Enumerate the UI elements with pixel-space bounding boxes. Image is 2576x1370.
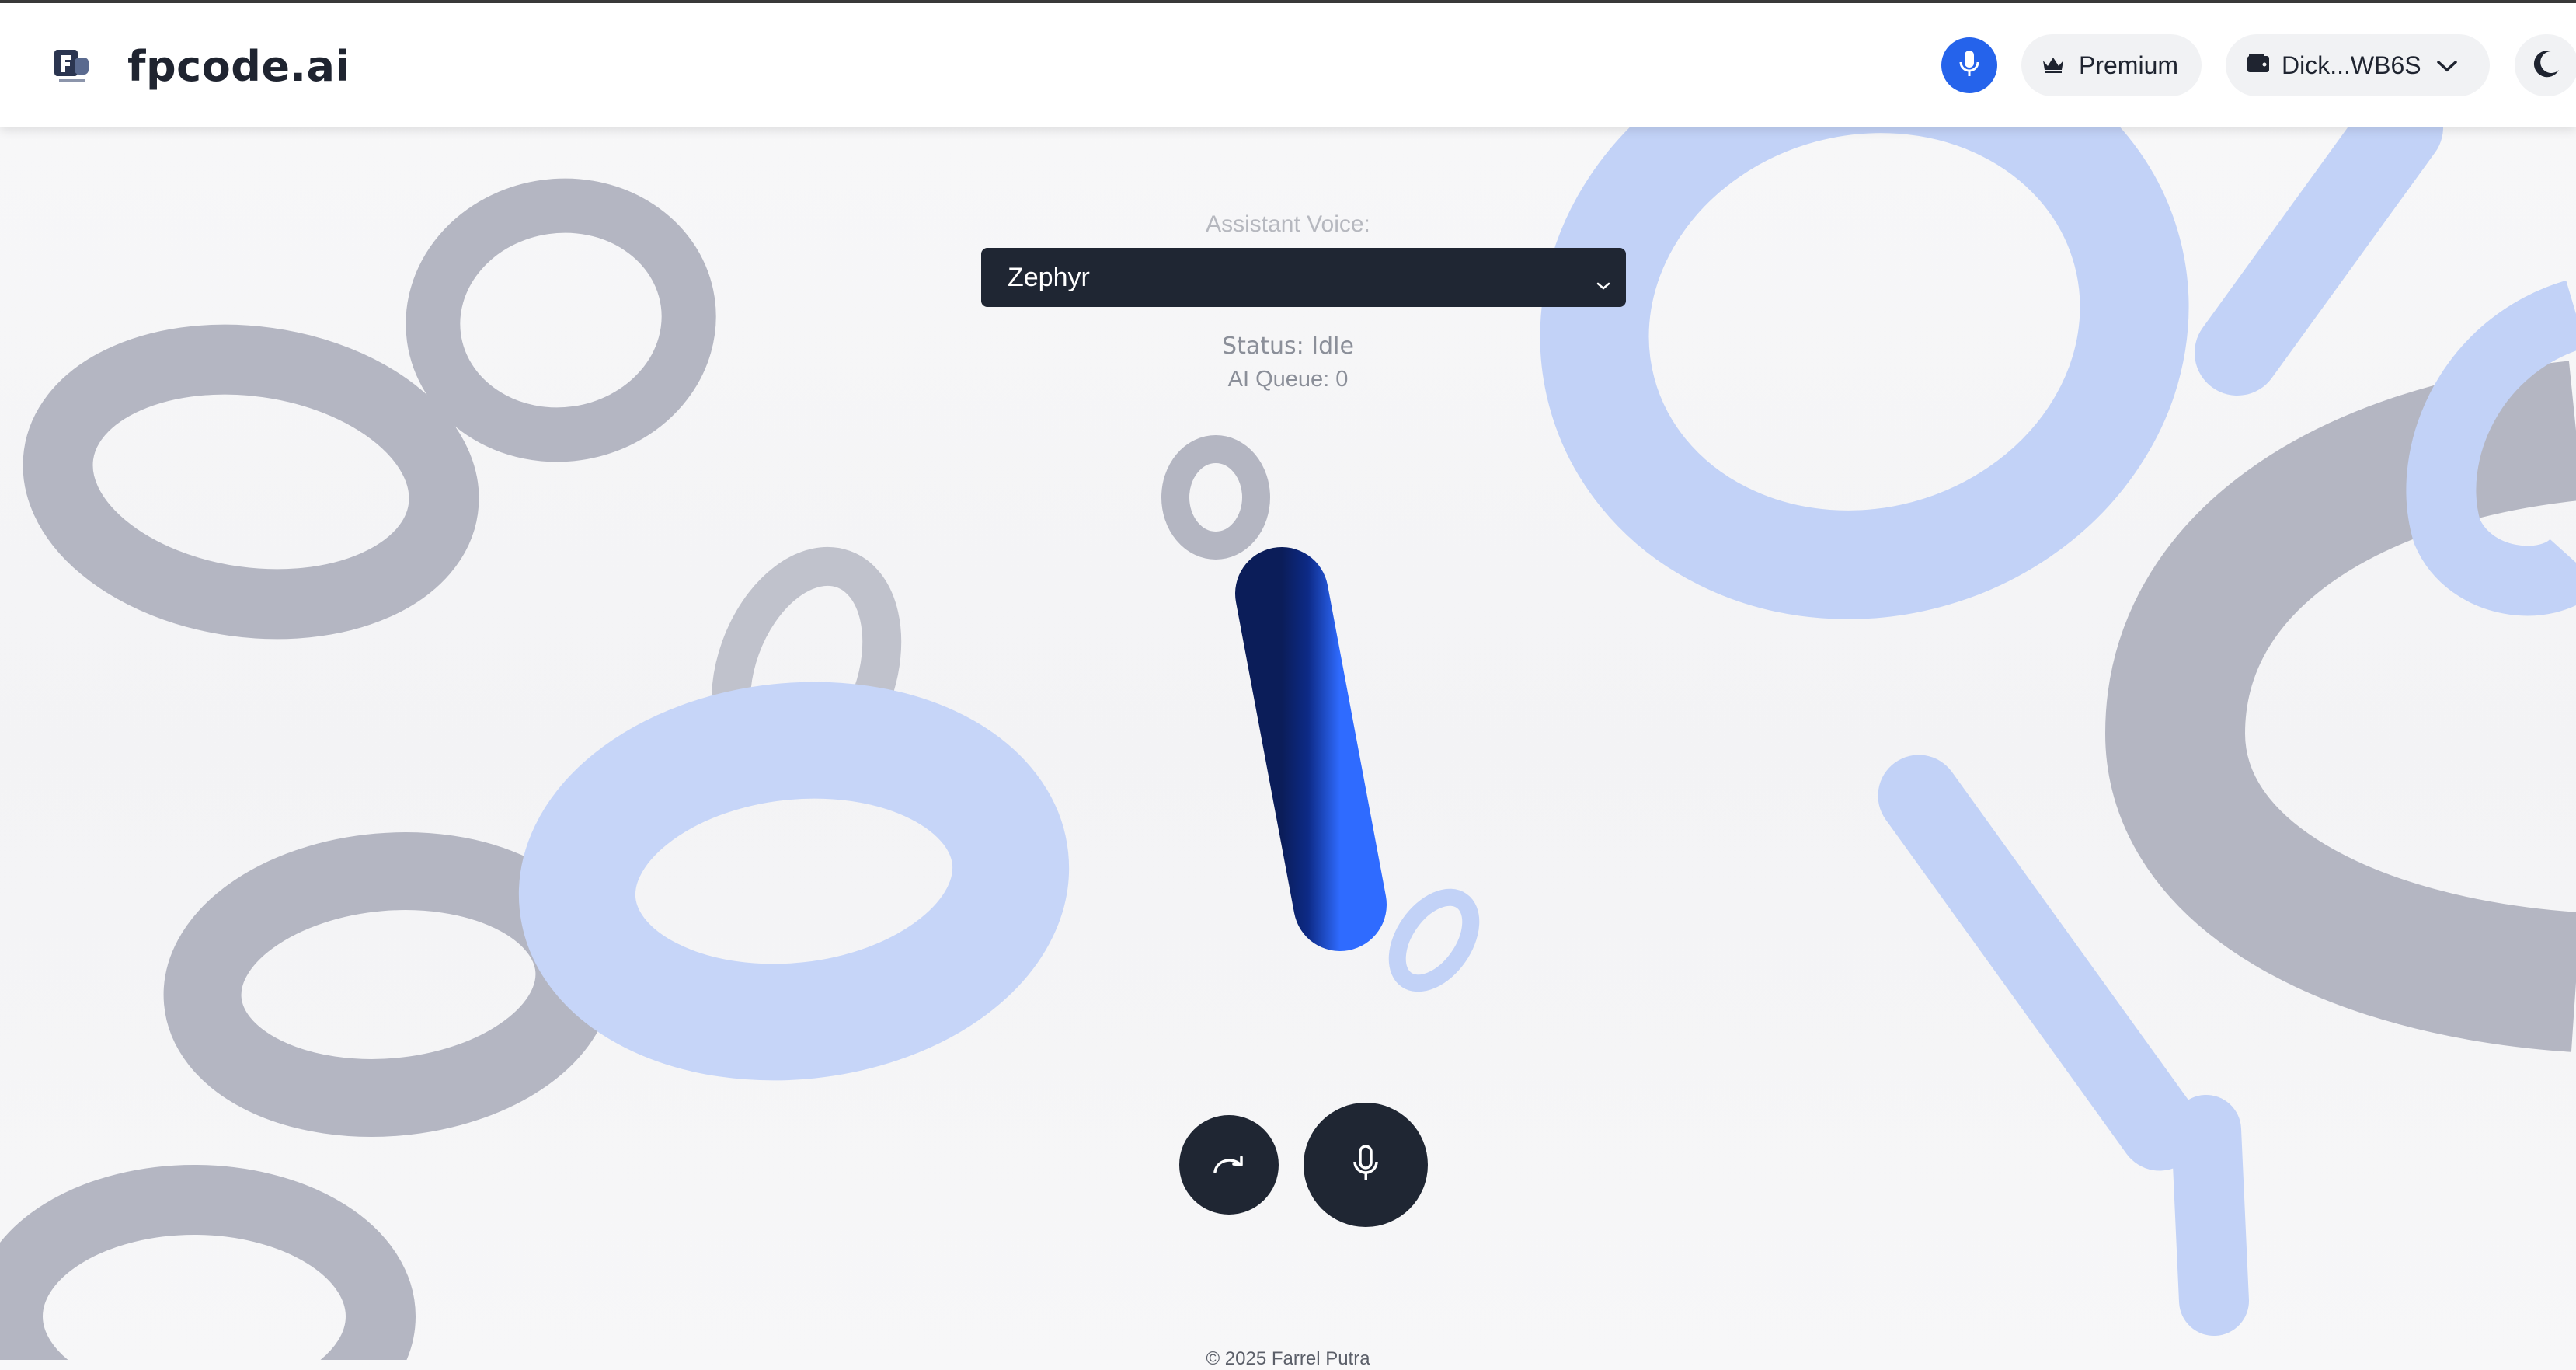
record-mic-button[interactable] — [1304, 1103, 1428, 1227]
blue-capsule-lower-right — [1878, 755, 2201, 1171]
footer-copyright: © 2025 Farrel Putra — [1206, 1348, 1370, 1369]
microphone-icon — [1957, 49, 1982, 82]
blue-torus-center-left — [518, 682, 1070, 1081]
gray-torus-small — [1161, 435, 1270, 560]
header-mic-button[interactable] — [1941, 37, 1997, 93]
wallet-dropdown[interactable]: Dick...WB6S — [2226, 34, 2490, 96]
voice-select-value: Zephyr — [1008, 262, 1090, 292]
dark-blue-capsule — [1235, 547, 1387, 951]
chevron-down-icon — [2421, 51, 2459, 80]
status-text: Status: Idle — [1222, 333, 1354, 360]
assistant-voice-select[interactable]: Zephyr — [981, 248, 1626, 307]
top-navbar: fpcode.ai Premium Dick...WB6S — [0, 3, 2576, 127]
3d-background-scene — [0, 24, 2576, 1370]
gray-torus-right-big — [2104, 361, 2576, 1052]
premium-label: Premium — [2079, 51, 2179, 79]
microphone-icon — [1350, 1144, 1381, 1187]
crown-icon — [2021, 51, 2079, 80]
redo-arrow-icon — [1210, 1150, 1248, 1180]
gray-torus-4 — [0, 1165, 416, 1370]
fp-logo-icon[interactable] — [51, 47, 93, 84]
theme-toggle-button[interactable] — [2515, 34, 2576, 96]
blue-capsule-top-right — [2195, 85, 2443, 396]
ai-queue-text: AI Queue: 0 — [1227, 367, 1349, 392]
wallet-address: Dick...WB6S — [2282, 51, 2421, 79]
blue-torus-small — [1388, 888, 1480, 992]
redo-button[interactable] — [1179, 1115, 1279, 1215]
premium-button[interactable]: Premium — [2021, 34, 2202, 96]
chevron-down-icon — [1595, 269, 1612, 299]
blue-capsule-bottom-right — [2171, 1095, 2249, 1336]
assistant-voice-label: Assistant Voice: — [1206, 211, 1370, 237]
brand-name[interactable]: fpcode.ai — [127, 42, 350, 91]
moon-icon — [2531, 48, 2562, 83]
wallet-icon — [2226, 51, 2282, 80]
